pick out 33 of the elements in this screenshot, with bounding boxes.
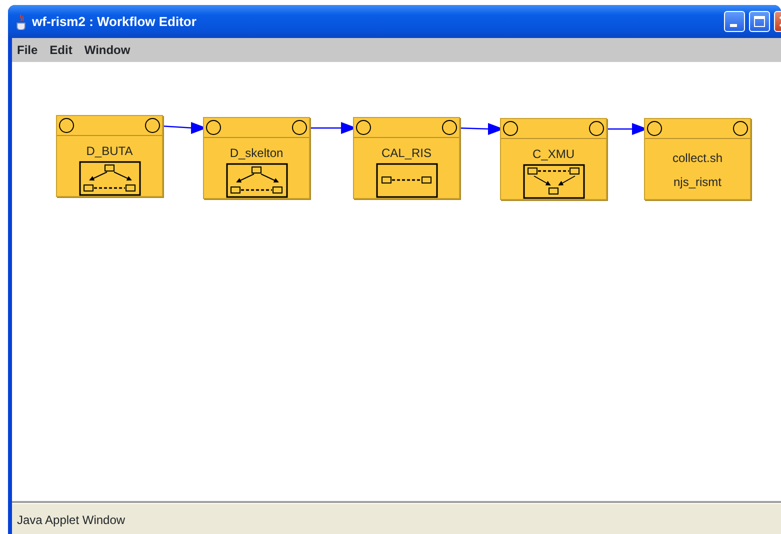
menu-item[interactable]: Edit [50, 41, 72, 59]
job-node[interactable]: CAL_RIS [353, 117, 460, 199]
job-node[interactable]: collect.sh njs_rismt [644, 118, 751, 200]
window-title: wf-rism2 : Workflow Editor [32, 12, 196, 31]
node-label: D_skelton [228, 146, 284, 160]
node-label: njs_rismt [672, 175, 722, 189]
input-port[interactable] [647, 121, 662, 136]
menu-item[interactable]: Window [84, 41, 130, 59]
output-port[interactable] [733, 121, 748, 136]
node-label: D_BUTA [85, 144, 134, 158]
java-cup-icon [14, 14, 28, 30]
input-port[interactable] [356, 120, 371, 135]
job-node[interactable]: D_skelton [203, 117, 310, 199]
merge-diagram-icon [522, 164, 584, 199]
input-port[interactable] [206, 120, 221, 135]
node-label: collect.sh [671, 151, 724, 165]
input-port[interactable] [503, 121, 518, 136]
job-node[interactable]: D_BUTA [56, 115, 163, 197]
input-port[interactable] [59, 118, 74, 133]
status-text: Java Applet Window [17, 513, 126, 527]
job-node[interactable]: C_XMU [500, 118, 607, 200]
output-port[interactable] [442, 120, 457, 135]
split-diagram-icon [226, 163, 288, 198]
maximize-button[interactable] [749, 11, 770, 32]
minimize-button[interactable] [724, 11, 745, 32]
split-diagram-icon [78, 161, 140, 196]
node-label: CAL_RIS [380, 146, 433, 160]
output-port[interactable] [145, 118, 160, 133]
menu-item[interactable]: File [17, 41, 38, 59]
node-label: C_XMU [531, 147, 576, 161]
chain-diagram-icon [376, 163, 438, 198]
output-port[interactable] [292, 120, 307, 135]
output-port[interactable] [589, 121, 604, 136]
